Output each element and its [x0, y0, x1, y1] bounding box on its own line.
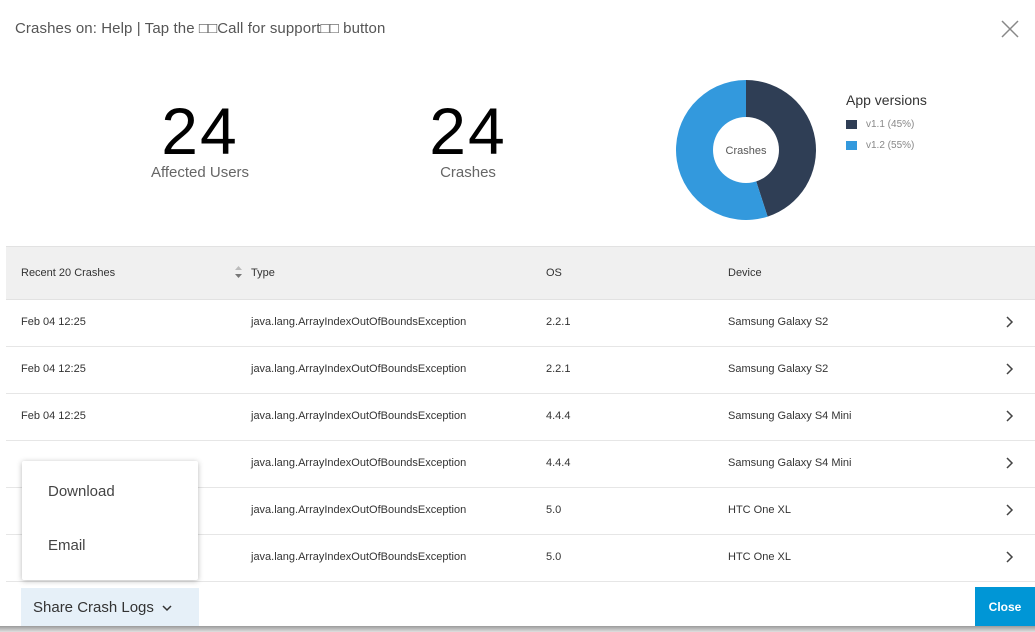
table-row[interactable]: Feb 04 12:25 java.lang.ArrayIndexOutOfBo…: [6, 300, 1035, 347]
legend-label: v1.2 (55%): [866, 140, 915, 151]
bottom-shadow: [0, 626, 1035, 632]
affected-users-value: 24: [161, 94, 239, 168]
legend-item-v1-1: v1.1 (45%): [846, 114, 927, 135]
header-type: Type: [251, 267, 275, 279]
header-os: OS: [546, 267, 562, 279]
row-device: Samsung Galaxy S2: [728, 363, 829, 375]
chevron-right-icon[interactable]: [1004, 503, 1014, 517]
legend-swatch: [846, 141, 857, 150]
menu-item-download[interactable]: Download: [48, 483, 115, 500]
header-device: Device: [728, 267, 762, 279]
row-os: 2.2.1: [546, 316, 571, 328]
legend-title: App versions: [846, 92, 927, 108]
row-os: 5.0: [546, 551, 562, 563]
sort-icon[interactable]: [234, 265, 243, 282]
row-type: java.lang.ArrayIndexOutOfBoundsException: [251, 504, 467, 516]
share-crash-logs-button[interactable]: Share Crash Logs: [21, 588, 199, 626]
chevron-right-icon[interactable]: [1004, 315, 1014, 329]
chevron-right-icon[interactable]: [1004, 456, 1014, 470]
row-device: Samsung Galaxy S4 Mini: [728, 410, 852, 422]
row-device: Samsung Galaxy S4 Mini: [728, 457, 852, 469]
header-recent-crashes[interactable]: Recent 20 Crashes: [21, 267, 115, 279]
chevron-down-icon: [161, 599, 173, 616]
affected-users-label: Affected Users: [150, 164, 250, 181]
menu-item-email[interactable]: Email: [48, 537, 86, 554]
chevron-right-icon[interactable]: [1004, 362, 1014, 376]
crashes-modal: Crashes on: Help | Tap the □□Call for su…: [0, 0, 1035, 626]
row-os: 2.2.1: [546, 363, 571, 375]
chevron-right-icon[interactable]: [1004, 409, 1014, 423]
app-versions-donut: Crashes: [676, 80, 816, 220]
app-versions-legend: App versions v1.1 (45%) v1.2 (55%): [846, 92, 927, 156]
row-device: HTC One XL: [728, 504, 791, 516]
row-date: Feb 04 12:25: [21, 410, 86, 422]
close-button[interactable]: Close: [975, 587, 1035, 626]
close-icon[interactable]: [999, 18, 1021, 40]
share-button-label: Share Crash Logs: [33, 598, 154, 616]
legend-label: v1.1 (45%): [866, 119, 915, 130]
row-os: 4.4.4: [546, 457, 571, 469]
row-device: Samsung Galaxy S2: [728, 316, 829, 328]
table-row[interactable]: Feb 04 12:25 java.lang.ArrayIndexOutOfBo…: [6, 394, 1035, 441]
affected-users-metric: 24 Affected Users: [120, 98, 280, 181]
crashes-label: Crashes: [440, 164, 496, 181]
row-date: Feb 04 12:25: [21, 316, 86, 328]
table-row[interactable]: Feb 04 12:25 java.lang.ArrayIndexOutOfBo…: [6, 347, 1035, 394]
donut-center-label: Crashes: [726, 145, 767, 157]
legend-item-v1-2: v1.2 (55%): [846, 135, 927, 156]
share-menu-popup: Download Email: [22, 461, 198, 580]
row-type: java.lang.ArrayIndexOutOfBoundsException: [251, 363, 467, 375]
row-device: HTC One XL: [728, 551, 791, 563]
row-type: java.lang.ArrayIndexOutOfBoundsException: [251, 551, 467, 563]
crashes-metric: 24 Crashes: [388, 98, 548, 181]
crashes-value: 24: [429, 94, 507, 168]
row-os: 4.4.4: [546, 410, 571, 422]
legend-swatch: [846, 120, 857, 129]
row-type: java.lang.ArrayIndexOutOfBoundsException: [251, 410, 467, 422]
row-type: java.lang.ArrayIndexOutOfBoundsException: [251, 457, 467, 469]
row-date: Feb 04 12:25: [21, 363, 86, 375]
table-header: Recent 20 Crashes Type OS Device: [6, 246, 1035, 300]
chevron-right-icon[interactable]: [1004, 550, 1014, 564]
row-os: 5.0: [546, 504, 562, 516]
modal-title: Crashes on: Help | Tap the □□Call for su…: [15, 20, 386, 37]
row-type: java.lang.ArrayIndexOutOfBoundsException: [251, 316, 467, 328]
